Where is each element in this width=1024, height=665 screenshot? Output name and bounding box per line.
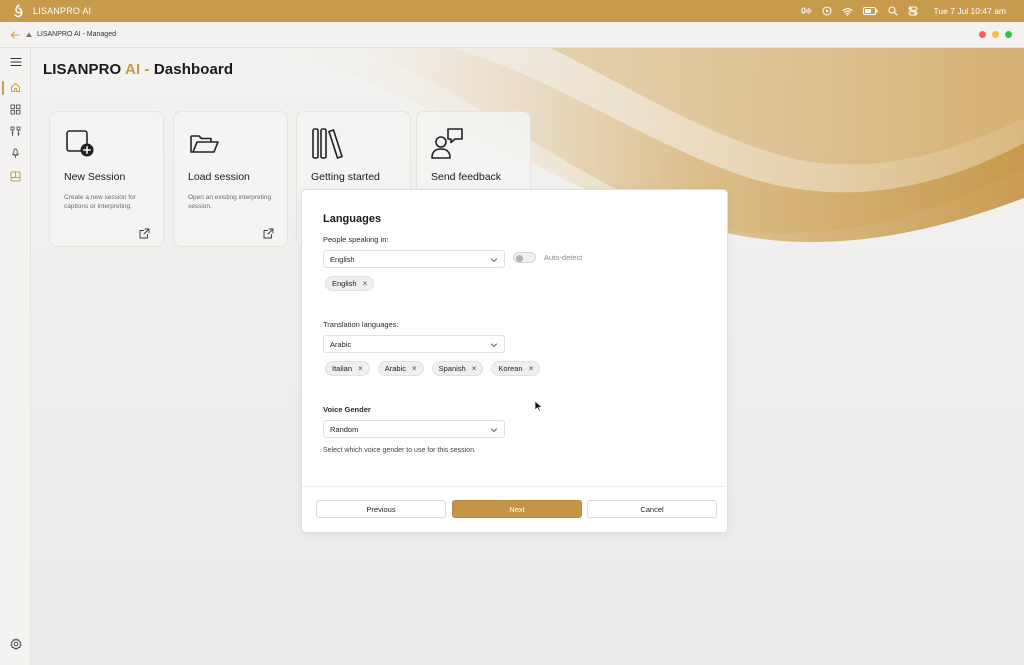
tools-icon[interactable] (7, 123, 24, 140)
voice-gender-select[interactable]: Random (323, 420, 505, 438)
languages-dialog: Languages People speaking in: English Au… (301, 189, 729, 533)
app-favicon-icon (25, 31, 33, 39)
next-button[interactable]: Next (452, 500, 582, 518)
grid-icon[interactable] (7, 101, 24, 118)
chip-english: English × (325, 276, 375, 291)
close-icon[interactable]: × (529, 364, 534, 373)
card-new-session[interactable]: New Session Create a new session for cap… (49, 111, 164, 247)
sidebar (0, 48, 31, 665)
home-icon[interactable] (7, 79, 24, 96)
mouse-cursor-icon (534, 400, 543, 412)
menu-icon[interactable] (7, 53, 24, 70)
microphone-icon[interactable] (7, 145, 24, 162)
translation-language-select[interactable]: Arabic (323, 335, 505, 353)
play-circle-icon[interactable] (822, 6, 832, 16)
chip-spanish: Spanish × (431, 361, 484, 376)
new-session-icon (64, 127, 98, 161)
translation-chips: Italian × Arabic × Spanish × Korean × (325, 361, 541, 376)
microphone-waveform-icon[interactable] (801, 6, 812, 16)
cancel-button[interactable]: Cancel (587, 500, 717, 518)
open-external-icon[interactable] (139, 226, 150, 239)
card-title: Load session (188, 171, 250, 183)
card-title: Send feedback (431, 171, 502, 183)
close-icon[interactable]: × (472, 364, 477, 373)
dialog-heading: Languages (323, 213, 382, 225)
app-window-title: LISANPRO AI - Managed (37, 31, 116, 38)
system-clock[interactable]: Tue 7 Jul 10:47 am (934, 6, 1006, 16)
chip-label: Spanish (438, 364, 466, 373)
back-arrow-icon[interactable] (9, 29, 21, 41)
previous-button[interactable]: Previous (316, 500, 446, 518)
search-icon[interactable] (887, 6, 898, 16)
speaking-label: People speaking in: (323, 235, 389, 244)
sidebar-active-indicator (2, 81, 4, 95)
chip-label: Korean (498, 364, 523, 373)
translation-selected-value: Arabic (330, 339, 352, 349)
folder-open-icon (188, 127, 222, 161)
auto-detect-toggle[interactable] (513, 252, 536, 263)
close-icon[interactable]: × (363, 279, 368, 288)
chip-label: Italian (332, 364, 353, 373)
close-icon[interactable]: × (358, 364, 363, 373)
chip-arabic: Arabic × (377, 361, 424, 376)
system-app-name: LISANPRO AI (33, 6, 92, 16)
card-load-session[interactable]: Load session Open an existing interpreti… (173, 111, 288, 247)
card-description: Create a new session for captions or int… (64, 194, 136, 210)
system-menu-bar: LISANPRO AI Tue 7 Jul 10:47 am (0, 0, 1024, 22)
battery-icon[interactable] (862, 7, 878, 15)
card-description: Open an existing interpreting session. (188, 194, 272, 210)
voice-help-text: Select which voice gender to use for thi… (323, 447, 476, 454)
window-close-button[interactable] (979, 31, 986, 38)
gear-icon[interactable] (7, 635, 24, 652)
card-title: New Session (64, 171, 126, 183)
control-center-icon[interactable] (908, 6, 918, 16)
chevron-down-icon (490, 256, 498, 264)
speaking-language-select[interactable]: English (323, 250, 505, 268)
close-icon[interactable]: × (412, 364, 417, 373)
toggle-knob (516, 254, 523, 262)
speaking-chips: English × (325, 276, 375, 291)
chip-label: Arabic (384, 364, 406, 373)
translation-label: Translation languages: (323, 320, 399, 329)
voice-selected-value: Random (330, 424, 359, 434)
app-title-bar: LISANPRO AI - Managed (0, 22, 1024, 48)
chip-label: English (332, 279, 357, 288)
app-logo-icon (12, 4, 26, 18)
wifi-icon[interactable] (841, 7, 853, 16)
auto-detect-control: Auto-detect (513, 252, 582, 263)
chevron-down-icon (490, 426, 498, 434)
card-title: Getting started (311, 171, 380, 183)
dialog-divider (302, 486, 729, 487)
chip-korean: Korean × (491, 361, 541, 376)
book-icon[interactable] (7, 168, 24, 185)
window-minimize-button[interactable] (992, 31, 999, 38)
chevron-down-icon (490, 341, 498, 349)
window-maximize-button[interactable] (1005, 31, 1012, 38)
voice-gender-label: Voice Gender (323, 405, 371, 414)
speaking-selected-value: English (330, 254, 355, 264)
library-books-icon (311, 127, 345, 161)
page-title: LISANPRO AI - Dashboard (43, 61, 234, 78)
feedback-person-icon (431, 127, 465, 161)
open-external-icon[interactable] (263, 226, 274, 239)
chip-italian: Italian × (325, 361, 370, 376)
auto-detect-label: Auto-detect (544, 253, 583, 262)
